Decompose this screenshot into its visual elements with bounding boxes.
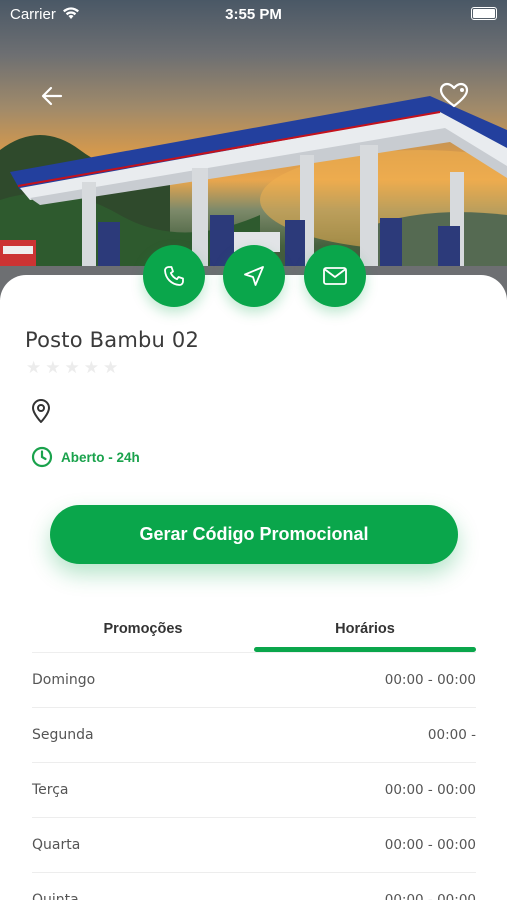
opening-status: Aberto - 24h <box>31 446 140 468</box>
tab-bar: Promoções Horários <box>32 612 476 654</box>
schedule-hours: 00:00 - <box>427 727 476 743</box>
schedule-day: Quinta <box>32 892 79 900</box>
phone-icon <box>164 266 184 286</box>
schedule-hours: 00:00 - 00:00 <box>384 837 476 853</box>
tab-promocoes[interactable]: Promoções <box>32 612 254 650</box>
location-pin-icon <box>30 398 52 429</box>
schedule-row: Quinta 00:00 - 00:00 <box>32 873 476 900</box>
star-icon: ★ <box>64 358 80 377</box>
clock-icon <box>31 446 53 468</box>
back-button[interactable] <box>34 78 70 114</box>
schedule-hours: 00:00 - 00:00 <box>384 672 476 688</box>
clock-time: 3:55 PM <box>225 6 282 23</box>
arrow-left-icon <box>41 86 63 106</box>
tab-horarios[interactable]: Horários <box>254 612 476 650</box>
schedule-list: Domingo 00:00 - 00:00 Segunda 00:00 - Te… <box>32 653 476 900</box>
status-bar: Carrier 3:55 PM <box>0 0 507 30</box>
star-icon: ★ <box>26 358 42 377</box>
navigation-arrow-icon <box>244 266 264 286</box>
schedule-hours: 00:00 - 00:00 <box>384 892 476 900</box>
email-button[interactable] <box>304 245 366 307</box>
schedule-day: Quarta <box>32 837 81 853</box>
favorite-button[interactable] <box>436 77 472 113</box>
schedule-row: Quarta 00:00 - 00:00 <box>32 818 476 873</box>
schedule-day: Segunda <box>32 727 94 743</box>
mail-icon <box>323 267 347 285</box>
schedule-row: Terça 00:00 - 00:00 <box>32 763 476 818</box>
tab-active-indicator <box>254 647 476 652</box>
generate-promo-code-button[interactable]: Gerar Código Promocional <box>50 505 458 564</box>
star-icon: ★ <box>45 358 61 377</box>
schedule-hours: 00:00 - 00:00 <box>384 782 476 798</box>
schedule-row: Domingo 00:00 - 00:00 <box>32 653 476 708</box>
star-rating: ★ ★ ★ ★ ★ <box>26 358 118 378</box>
star-icon: ★ <box>83 358 99 377</box>
directions-button[interactable] <box>223 245 285 307</box>
schedule-day: Terça <box>32 782 69 798</box>
station-name: Posto Bambu 02 <box>25 328 200 352</box>
opening-status-label: Aberto - 24h <box>61 449 140 465</box>
heart-icon <box>439 82 469 108</box>
schedule-day: Domingo <box>32 672 96 688</box>
battery-icon <box>471 7 497 20</box>
schedule-row: Segunda 00:00 - <box>32 708 476 763</box>
call-button[interactable] <box>143 245 205 307</box>
star-icon: ★ <box>103 358 119 377</box>
